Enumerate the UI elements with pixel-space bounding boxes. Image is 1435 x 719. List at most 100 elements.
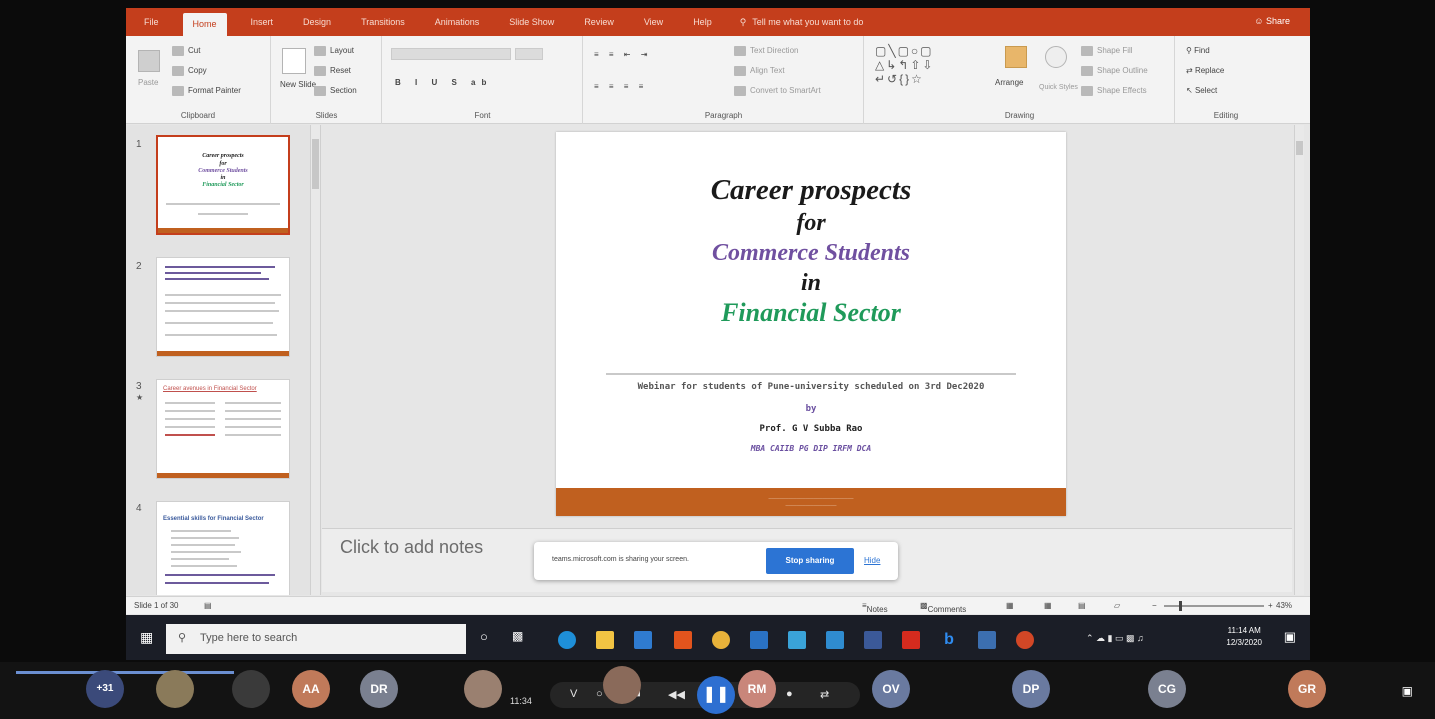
notification-icon[interactable]: ▣	[1284, 629, 1296, 645]
slideshow-icon[interactable]: ▱	[1114, 601, 1120, 610]
participant-photo-avatar[interactable]	[464, 670, 502, 708]
tab-view[interactable]: View	[638, 13, 669, 31]
shape-outline-button[interactable]: Shape Outline	[1081, 66, 1148, 76]
thumbnails-scroll-thumb[interactable]	[312, 139, 319, 189]
format-painter-button[interactable]: Format Painter	[172, 86, 241, 96]
stop-sharing-button[interactable]: Stop sharing	[766, 548, 854, 574]
font-family-select[interactable]	[391, 48, 511, 60]
popout-icon[interactable]: ▣	[1402, 684, 1413, 698]
participant-avatar-aa[interactable]: AA	[292, 670, 330, 708]
participant-photo-avatar[interactable]	[156, 670, 194, 708]
smartart-label: Convert to SmartArt	[750, 86, 821, 96]
slide-thumbnail-1[interactable]: Career prospects for Commerce Students i…	[156, 135, 290, 235]
font-size-select[interactable]	[515, 48, 543, 60]
slide-thumbnail-3[interactable]: Career avenues in Financial Sector	[156, 379, 290, 479]
tell-me-search[interactable]: ⚲ Tell me what you want to do	[740, 17, 864, 28]
pause-button[interactable]: ❚❚	[697, 676, 735, 714]
task-view-icon[interactable]: ▩	[512, 629, 523, 643]
taskbar-search-box[interactable]: ⚲ Type here to search	[166, 624, 466, 654]
slide-scrollbar[interactable]	[1294, 125, 1304, 595]
slide-scroll-thumb[interactable]	[1296, 141, 1303, 155]
participant-photo-avatar[interactable]	[232, 670, 270, 708]
zoom-level[interactable]: 43%	[1276, 601, 1292, 610]
select-button[interactable]: ↖ Select	[1186, 86, 1217, 95]
layout-button[interactable]: Layout	[314, 46, 354, 56]
paste-icon[interactable]	[138, 50, 160, 72]
section-button[interactable]: Section	[314, 86, 357, 96]
bing-icon[interactable]: b	[940, 631, 958, 649]
participant-avatar-dr[interactable]: DR	[360, 670, 398, 708]
quick-styles-icon[interactable]	[1045, 46, 1067, 68]
security-icon[interactable]	[978, 631, 996, 649]
tab-file[interactable]: File	[138, 13, 165, 31]
zoom-out-icon[interactable]: −	[1152, 601, 1157, 610]
mail-icon[interactable]	[634, 631, 652, 649]
slide-canvas[interactable]: Career prospects for Commerce Students i…	[556, 132, 1066, 516]
facebook-icon[interactable]	[864, 631, 882, 649]
slide-thumbnail-4[interactable]: Essential skills for Financial Sector	[156, 501, 290, 595]
chrome-icon[interactable]	[712, 631, 730, 649]
thumbnail-text-line	[165, 582, 269, 584]
photos-icon[interactable]	[826, 631, 844, 649]
thumbnail-text-line	[165, 266, 275, 268]
font-format-buttons[interactable]: B I U S ab	[395, 78, 492, 87]
edge-icon[interactable]	[558, 631, 576, 649]
camera-icon[interactable]: ○	[596, 688, 603, 700]
find-button[interactable]: ⚲ Find	[1186, 46, 1210, 55]
mic-icon[interactable]: V	[570, 688, 577, 700]
thumbnails-scrollbar[interactable]	[310, 125, 320, 595]
participant-avatar-gr[interactable]: GR	[1288, 670, 1326, 708]
maps-icon[interactable]	[788, 631, 806, 649]
tab-insert[interactable]: Insert	[245, 13, 280, 31]
tab-animations[interactable]: Animations	[429, 13, 486, 31]
tab-review[interactable]: Review	[578, 13, 620, 31]
slide-thumbnail-2[interactable]	[156, 257, 290, 357]
windows-start-icon[interactable]: ▦	[140, 629, 153, 646]
align-text-button[interactable]: Align Text	[734, 66, 785, 76]
cortana-icon[interactable]: ○	[480, 629, 488, 644]
new-slide-icon[interactable]	[282, 48, 306, 74]
extra-participants-badge[interactable]: +31	[86, 670, 124, 708]
cut-button[interactable]: Cut	[172, 46, 200, 56]
dot-icon[interactable]: ●	[786, 688, 793, 700]
participant-avatar-dp[interactable]: DP	[1012, 670, 1050, 708]
outlook-icon[interactable]	[750, 631, 768, 649]
arrange-icon[interactable]	[1005, 46, 1027, 68]
youtube-icon[interactable]	[902, 631, 920, 649]
zoom-in-icon[interactable]: +	[1268, 601, 1273, 610]
taskbar-clock[interactable]: 11:14 AM 12/3/2020	[1226, 625, 1262, 649]
tab-help[interactable]: Help	[687, 13, 718, 31]
smartart-button[interactable]: Convert to SmartArt	[734, 86, 821, 96]
file-explorer-icon[interactable]	[596, 631, 614, 649]
participant-avatar-rm[interactable]: RM	[738, 670, 776, 708]
rewind-icon[interactable]: ◀◀	[668, 688, 685, 701]
participant-avatar-ov[interactable]: OV	[872, 670, 910, 708]
list-buttons[interactable]: ≡ ≡ ⇤ ⇥	[594, 50, 651, 59]
reading-view-icon[interactable]: ▤	[1078, 601, 1086, 610]
replace-button[interactable]: ⇄ Replace	[1186, 66, 1224, 75]
comments-toggle[interactable]: ▩ Comments	[920, 601, 966, 614]
tab-transitions[interactable]: Transitions	[355, 13, 411, 31]
text-direction-button[interactable]: Text Direction	[734, 46, 798, 56]
participant-avatar-cg[interactable]: CG	[1148, 670, 1186, 708]
tab-design[interactable]: Design	[297, 13, 337, 31]
system-tray-icons[interactable]: ⌃ ☁ ▮ ▭ ▩ ♫	[1086, 633, 1144, 644]
participant-photo-avatar[interactable]	[603, 666, 641, 704]
tab-home[interactable]: Home	[182, 13, 227, 37]
shape-effects-button[interactable]: Shape Effects	[1081, 86, 1147, 96]
hide-button[interactable]: Hide	[864, 556, 880, 565]
normal-view-icon[interactable]: ▦	[1006, 601, 1014, 610]
shapes-gallery[interactable]: ▢╲▢○▢ △↳↰⇧⇩ ↵↺{}☆	[875, 44, 934, 86]
reset-button[interactable]: Reset	[314, 66, 351, 76]
office-icon[interactable]	[674, 631, 692, 649]
slide-sorter-icon[interactable]: ▦	[1044, 601, 1052, 610]
swap-icon[interactable]: ⇄	[820, 688, 829, 701]
zoom-slider-knob[interactable]	[1179, 601, 1182, 611]
notes-toggle[interactable]: ≡ Notes	[862, 601, 888, 614]
share-button[interactable]: ☺ Share	[1254, 16, 1290, 26]
tab-slide-show[interactable]: Slide Show	[503, 13, 560, 31]
powerpoint-icon[interactable]	[1016, 631, 1034, 649]
shape-fill-button[interactable]: Shape Fill	[1081, 46, 1133, 56]
copy-button[interactable]: Copy	[172, 66, 207, 76]
align-buttons[interactable]: ≡ ≡ ≡ ≡	[594, 82, 647, 91]
